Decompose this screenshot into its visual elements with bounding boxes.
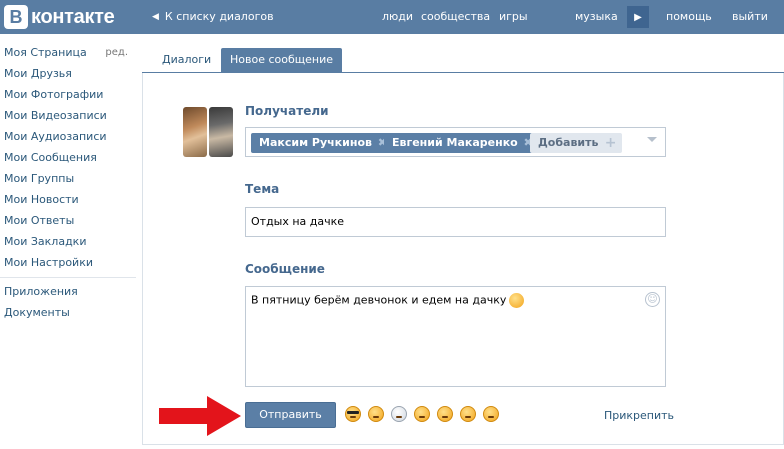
- nav-logout[interactable]: выйти: [732, 10, 768, 23]
- scared-emoji-icon[interactable]: [483, 406, 499, 422]
- attach-link[interactable]: Прикрепить: [604, 409, 674, 422]
- sidebar-item-documents[interactable]: Документы: [0, 304, 136, 325]
- message-label: Сообщение: [245, 262, 325, 276]
- sidebar-item-settings[interactable]: Мои Настройки: [0, 254, 136, 275]
- recipient-avatars: [183, 107, 235, 157]
- sidebar-item-photos[interactable]: Мои Фотографии: [0, 86, 136, 107]
- back-link-label: К списку диалогов: [164, 10, 274, 23]
- grin-emoji-icon[interactable]: [460, 406, 476, 422]
- message-textarea[interactable]: В пятницу берём девчонок и едем на дачку…: [245, 286, 666, 387]
- red-arrow-icon: [159, 396, 241, 436]
- back-to-dialogs-link[interactable]: ◀ К списку диалогов: [152, 10, 274, 23]
- nav-games[interactable]: игры: [499, 10, 528, 23]
- recipient-chip: Евгений Макаренко ✖: [384, 133, 538, 153]
- sidebar-item-friends[interactable]: Мои Друзья: [0, 65, 136, 86]
- nav-music[interactable]: музыка: [575, 10, 618, 23]
- sidebar-item-groups[interactable]: Мои Группы: [0, 170, 136, 191]
- recipients-label: Получатели: [245, 104, 329, 118]
- add-recipient-label: Добавить: [538, 136, 599, 149]
- recipient-name: Максим Ручкинов: [259, 136, 372, 149]
- back-arrow-icon: ◀: [152, 11, 159, 22]
- logo-text: контакте: [31, 5, 115, 28]
- sidebar-item-news[interactable]: Мои Новости: [0, 191, 136, 212]
- sidebar-item-videos[interactable]: Мои Видеозаписи: [0, 107, 136, 128]
- plus-icon: +: [604, 135, 617, 151]
- logo-letter: В: [4, 5, 28, 29]
- smiley-picker-icon[interactable]: ☺: [645, 292, 660, 307]
- nav-people[interactable]: люди: [382, 10, 413, 23]
- blush-emoji-icon[interactable]: [414, 406, 430, 422]
- recipient-chip: Максим Ручкинов ✖: [251, 133, 392, 153]
- top-header: В контакте ◀ К списку диалогов люди сооб…: [0, 0, 784, 34]
- kiss-emoji-icon[interactable]: [437, 406, 453, 422]
- emoji-quick-bar: [345, 406, 506, 424]
- vk-logo[interactable]: В контакте: [4, 4, 115, 30]
- send-button[interactable]: Отправить: [245, 402, 336, 428]
- left-sidebar: Моя Страница ред. Мои Друзья Мои Фотогра…: [0, 44, 136, 325]
- ghost-emoji-icon[interactable]: [391, 406, 407, 422]
- sidebar-item-answers[interactable]: Мои Ответы: [0, 212, 136, 233]
- avatar: [209, 107, 233, 157]
- sidebar-item-bookmarks[interactable]: Мои Закладки: [0, 233, 136, 254]
- recipient-name: Евгений Макаренко: [392, 136, 518, 149]
- recipients-field[interactable]: Максим Ручкинов ✖ Евгений Макаренко ✖ До…: [245, 127, 666, 157]
- sidebar-item-my-page[interactable]: Моя Страница ред.: [0, 44, 136, 65]
- tab-dialogs[interactable]: Диалоги: [153, 48, 220, 73]
- subject-label: Тема: [245, 182, 280, 196]
- avatar: [183, 107, 207, 157]
- music-play-icon[interactable]: ▶: [627, 6, 649, 28]
- subject-input[interactable]: Отдых на дачке: [245, 207, 666, 237]
- message-tabs: Диалоги Новое сообщение: [142, 48, 784, 73]
- smile-emoji-icon[interactable]: [368, 406, 384, 422]
- sidebar-divider: [0, 277, 136, 278]
- tab-new-message[interactable]: Новое сообщение: [221, 48, 343, 73]
- sidebar-item-audio[interactable]: Мои Аудиозаписи: [0, 128, 136, 149]
- nav-help[interactable]: помощь: [666, 10, 712, 23]
- edit-profile-link[interactable]: ред.: [105, 44, 128, 62]
- sidebar-item-label: Моя Страница: [4, 46, 87, 59]
- sidebar-item-apps[interactable]: Приложения: [0, 283, 136, 304]
- sidebar-item-messages[interactable]: Мои Сообщения: [0, 149, 136, 170]
- nav-communities[interactable]: сообщества: [421, 10, 490, 23]
- cool-emoji-icon[interactable]: [345, 406, 361, 422]
- surprised-emoji-icon: [509, 293, 525, 308]
- message-text: В пятницу берём девчонок и едем на дачку: [251, 293, 507, 307]
- chevron-down-icon[interactable]: [647, 137, 657, 142]
- add-recipient-button[interactable]: Добавить +: [530, 133, 623, 153]
